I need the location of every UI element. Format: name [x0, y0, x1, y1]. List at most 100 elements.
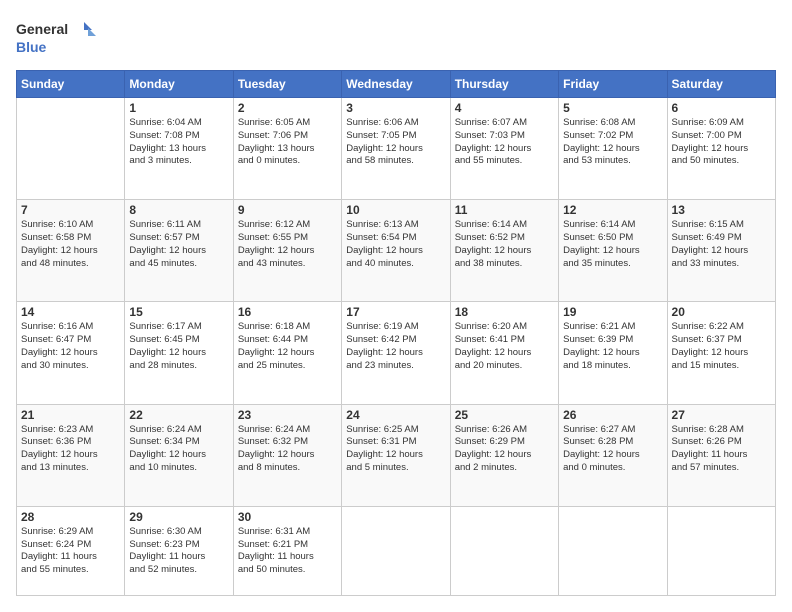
weekday-thursday: Thursday: [450, 71, 558, 98]
calendar-cell: 2Sunrise: 6:05 AMSunset: 7:06 PMDaylight…: [233, 98, 341, 200]
day-info: Sunrise: 6:27 AMSunset: 6:28 PMDaylight:…: [563, 424, 662, 475]
day-number: 15: [129, 305, 228, 319]
day-info: Sunrise: 6:06 AMSunset: 7:05 PMDaylight:…: [346, 117, 445, 168]
day-info: Sunrise: 6:12 AMSunset: 6:55 PMDaylight:…: [238, 219, 337, 270]
calendar-cell: 19 Sunrise: 6:21 AMSunset: 6:39 PMDayligh…: [559, 302, 667, 404]
day-info: Sunrise: 6:23 AMSunset: 6:36 PMDaylight:…: [21, 424, 120, 475]
day-info: Sunrise: 6:04 AMSunset: 7:08 PMDaylight:…: [129, 117, 228, 168]
weekday-wednesday: Wednesday: [342, 71, 450, 98]
day-number: 12: [563, 203, 662, 217]
day-info: Sunrise: 6:22 AMSunset: 6:37 PMDaylight:…: [672, 321, 771, 372]
day-info: Sunrise: 6:24 AMSunset: 6:32 PMDaylight:…: [238, 424, 337, 475]
generalblue-logo: General Blue: [16, 16, 96, 60]
day-info: Sunrise: 6:13 AMSunset: 6:54 PMDaylight:…: [346, 219, 445, 270]
calendar-cell: 3 Sunrise: 6:06 AMSunset: 7:05 PMDaylight…: [342, 98, 450, 200]
calendar-cell: 28Sunrise: 6:29 AMSunset: 6:24 PMDayligh…: [17, 506, 125, 595]
day-number: 23: [238, 408, 337, 422]
calendar-cell: 15 Sunrise: 6:17 AMSunset: 6:45 PMDayligh…: [125, 302, 233, 404]
weekday-saturday: Saturday: [667, 71, 775, 98]
calendar-cell: 9 Sunrise: 6:12 AMSunset: 6:55 PMDaylight…: [233, 200, 341, 302]
day-info: Sunrise: 6:15 AMSunset: 6:49 PMDaylight:…: [672, 219, 771, 270]
day-number: 11: [455, 203, 554, 217]
weekday-header-row: SundayMondayTuesdayWednesdayThursdayFrid…: [17, 71, 776, 98]
calendar-cell: 4 Sunrise: 6:07 AMSunset: 7:03 PMDaylight…: [450, 98, 558, 200]
weekday-friday: Friday: [559, 71, 667, 98]
day-number: 16: [238, 305, 337, 319]
calendar-week-4: 28Sunrise: 6:29 AMSunset: 6:24 PMDayligh…: [17, 506, 776, 595]
day-info: Sunrise: 6:16 AMSunset: 6:47 PMDaylight:…: [21, 321, 120, 372]
day-info: Sunrise: 6:11 AMSunset: 6:57 PMDaylight:…: [129, 219, 228, 270]
calendar-cell: [559, 506, 667, 595]
day-number: 17: [346, 305, 445, 319]
day-number: 20: [672, 305, 771, 319]
day-info: Sunrise: 6:20 AMSunset: 6:41 PMDaylight:…: [455, 321, 554, 372]
svg-text:General: General: [16, 21, 68, 37]
day-info: Sunrise: 6:14 AMSunset: 6:50 PMDaylight:…: [563, 219, 662, 270]
day-info: Sunrise: 6:08 AMSunset: 7:02 PMDaylight:…: [563, 117, 662, 168]
calendar-cell: 22Sunrise: 6:24 AMSunset: 6:34 PMDayligh…: [125, 404, 233, 506]
weekday-sunday: Sunday: [17, 71, 125, 98]
calendar-cell: [342, 506, 450, 595]
day-info: Sunrise: 6:26 AMSunset: 6:29 PMDaylight:…: [455, 424, 554, 475]
calendar-week-3: 21 Sunrise: 6:23 AMSunset: 6:36 PMDayligh…: [17, 404, 776, 506]
weekday-tuesday: Tuesday: [233, 71, 341, 98]
calendar-cell: 12 Sunrise: 6:14 AMSunset: 6:50 PMDayligh…: [559, 200, 667, 302]
day-info: Sunrise: 6:19 AMSunset: 6:42 PMDaylight:…: [346, 321, 445, 372]
day-number: 27: [672, 408, 771, 422]
calendar-cell: 11Sunrise: 6:14 AMSunset: 6:52 PMDayligh…: [450, 200, 558, 302]
day-number: 19: [563, 305, 662, 319]
calendar-cell: 18 Sunrise: 6:20 AMSunset: 6:41 PMDayligh…: [450, 302, 558, 404]
calendar-cell: 16 Sunrise: 6:18 AMSunset: 6:44 PMDayligh…: [233, 302, 341, 404]
day-number: 7: [21, 203, 120, 217]
day-number: 9: [238, 203, 337, 217]
calendar-cell: 24 Sunrise: 6:25 AMSunset: 6:31 PMDayligh…: [342, 404, 450, 506]
day-info: Sunrise: 6:25 AMSunset: 6:31 PMDaylight:…: [346, 424, 445, 475]
page-header: General Blue: [16, 16, 776, 60]
logo: General Blue: [16, 16, 96, 60]
day-info: Sunrise: 6:17 AMSunset: 6:45 PMDaylight:…: [129, 321, 228, 372]
day-number: 21: [21, 408, 120, 422]
day-info: Sunrise: 6:29 AMSunset: 6:24 PMDaylight:…: [21, 526, 120, 577]
calendar-cell: 7 Sunrise: 6:10 AMSunset: 6:58 PMDaylight…: [17, 200, 125, 302]
day-number: 24: [346, 408, 445, 422]
calendar-cell: 26 Sunrise: 6:27 AMSunset: 6:28 PMDayligh…: [559, 404, 667, 506]
calendar-week-1: 7 Sunrise: 6:10 AMSunset: 6:58 PMDaylight…: [17, 200, 776, 302]
day-number: 10: [346, 203, 445, 217]
day-info: Sunrise: 6:18 AMSunset: 6:44 PMDaylight:…: [238, 321, 337, 372]
calendar-cell: 14 Sunrise: 6:16 AMSunset: 6:47 PMDayligh…: [17, 302, 125, 404]
day-number: 13: [672, 203, 771, 217]
calendar-cell: 1Sunrise: 6:04 AMSunset: 7:08 PMDaylight…: [125, 98, 233, 200]
calendar-cell: 20 Sunrise: 6:22 AMSunset: 6:37 PMDayligh…: [667, 302, 775, 404]
day-number: 14: [21, 305, 120, 319]
day-number: 26: [563, 408, 662, 422]
calendar-cell: 29Sunrise: 6:30 AMSunset: 6:23 PMDayligh…: [125, 506, 233, 595]
day-number: 8: [129, 203, 228, 217]
day-number: 30: [238, 510, 337, 524]
day-info: Sunrise: 6:05 AMSunset: 7:06 PMDaylight:…: [238, 117, 337, 168]
day-number: 5: [563, 101, 662, 115]
calendar-cell: 21 Sunrise: 6:23 AMSunset: 6:36 PMDayligh…: [17, 404, 125, 506]
calendar-cell: 30 Sunrise: 6:31 AMSunset: 6:21 PMDayligh…: [233, 506, 341, 595]
day-info: Sunrise: 6:09 AMSunset: 7:00 PMDaylight:…: [672, 117, 771, 168]
calendar-cell: [667, 506, 775, 595]
calendar-cell: 10 Sunrise: 6:13 AMSunset: 6:54 PMDayligh…: [342, 200, 450, 302]
day-number: 6: [672, 101, 771, 115]
day-number: 3: [346, 101, 445, 115]
calendar-cell: 5 Sunrise: 6:08 AMSunset: 7:02 PMDaylight…: [559, 98, 667, 200]
day-info: Sunrise: 6:07 AMSunset: 7:03 PMDaylight:…: [455, 117, 554, 168]
calendar-cell: 27 Sunrise: 6:28 AMSunset: 6:26 PMDayligh…: [667, 404, 775, 506]
calendar-cell: 25Sunrise: 6:26 AMSunset: 6:29 PMDayligh…: [450, 404, 558, 506]
day-number: 18: [455, 305, 554, 319]
day-info: Sunrise: 6:21 AMSunset: 6:39 PMDaylight:…: [563, 321, 662, 372]
calendar-cell: [450, 506, 558, 595]
day-info: Sunrise: 6:28 AMSunset: 6:26 PMDaylight:…: [672, 424, 771, 475]
day-info: Sunrise: 6:10 AMSunset: 6:58 PMDaylight:…: [21, 219, 120, 270]
calendar-table: SundayMondayTuesdayWednesdayThursdayFrid…: [16, 70, 776, 596]
calendar-week-2: 14 Sunrise: 6:16 AMSunset: 6:47 PMDayligh…: [17, 302, 776, 404]
day-info: Sunrise: 6:24 AMSunset: 6:34 PMDaylight:…: [129, 424, 228, 475]
calendar-cell: 13 Sunrise: 6:15 AMSunset: 6:49 PMDayligh…: [667, 200, 775, 302]
day-info: Sunrise: 6:31 AMSunset: 6:21 PMDaylight:…: [238, 526, 337, 577]
day-number: 4: [455, 101, 554, 115]
calendar-week-0: 1Sunrise: 6:04 AMSunset: 7:08 PMDaylight…: [17, 98, 776, 200]
calendar-cell: [17, 98, 125, 200]
